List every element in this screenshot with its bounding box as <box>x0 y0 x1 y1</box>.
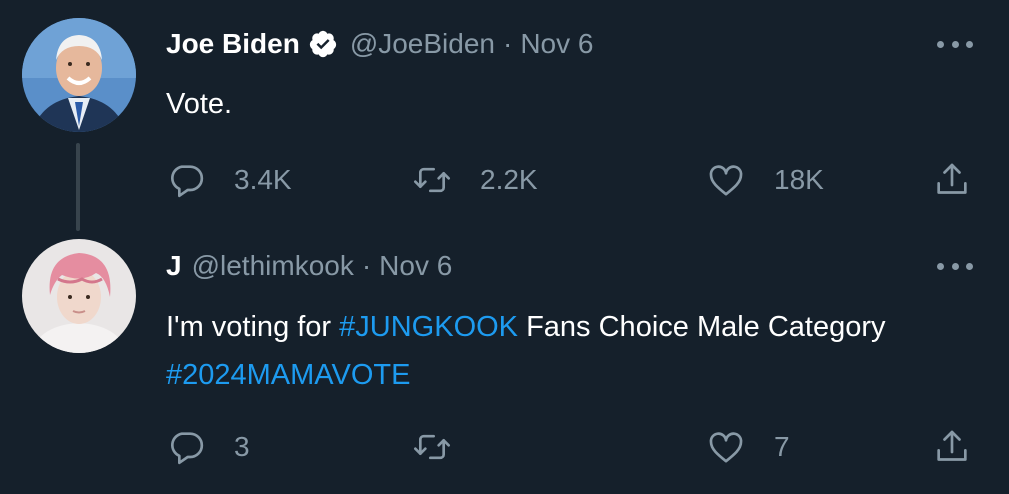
more-icon[interactable] <box>937 34 973 54</box>
timestamp[interactable]: Nov 6 <box>379 250 452 282</box>
text-segment: I'm voting for <box>166 311 340 343</box>
like-count: 18K <box>774 164 824 195</box>
handle[interactable]: @JoeBiden <box>350 28 495 60</box>
like-count: 7 <box>774 431 790 462</box>
display-name[interactable]: J <box>166 250 182 282</box>
handle[interactable]: @lethimkook <box>192 250 354 282</box>
retweet-icon <box>414 167 450 193</box>
tweet-actions: 3.4K 2.2K 18K <box>0 158 1009 202</box>
reply-button[interactable]: 3 <box>166 425 250 469</box>
like-icon <box>709 165 743 196</box>
tweet-header: Joe Biden @JoeBiden · Nov 6 <box>166 24 593 64</box>
retweet-count: 2.2K <box>480 164 538 195</box>
reply-button[interactable]: 3.4K <box>166 158 292 202</box>
verified-badge-icon <box>309 30 336 58</box>
text-segment: Fans Choice Male Category <box>518 311 886 343</box>
avatar[interactable] <box>22 239 136 353</box>
tweet-text: I'm voting for #JUNGKOOK Fans Choice Mal… <box>166 303 946 399</box>
like-button[interactable]: 18K <box>706 158 824 202</box>
hashtag-link[interactable]: #2024MAMAVOTE <box>166 359 410 391</box>
like-button[interactable]: 7 <box>706 425 790 469</box>
reply-icon <box>170 165 204 198</box>
like-icon <box>709 432 743 463</box>
retweet-button[interactable]: 2.2K <box>412 158 538 202</box>
separator-dot: · <box>361 250 372 281</box>
tweet-header: J @lethimkook · Nov 6 <box>166 246 452 286</box>
share-icon <box>937 430 967 461</box>
more-icon[interactable] <box>937 256 973 276</box>
reply-count: 3.4K <box>234 164 292 195</box>
reply-icon <box>170 432 204 465</box>
share-button[interactable] <box>932 158 972 202</box>
share-button[interactable] <box>932 425 972 469</box>
retweet-button[interactable] <box>412 425 480 469</box>
separator-dot: · <box>503 28 513 59</box>
display-name[interactable]: Joe Biden <box>166 28 300 60</box>
share-icon <box>937 163 967 194</box>
hashtag-link[interactable]: #JUNGKOOK <box>339 311 518 343</box>
tweet-text: Vote. <box>166 88 233 120</box>
tweet[interactable]: J @lethimkook · Nov 6 I'm voting for #JU… <box>0 235 1009 494</box>
tweet-actions: 3 7 <box>0 425 1009 469</box>
avatar[interactable] <box>22 18 136 132</box>
retweet-icon <box>414 434 450 460</box>
tweet[interactable]: Joe Biden @JoeBiden · Nov 6 Vote. 3.4K 2… <box>0 0 1009 235</box>
timestamp[interactable]: Nov 6 <box>520 28 593 60</box>
reply-count: 3 <box>234 431 250 462</box>
